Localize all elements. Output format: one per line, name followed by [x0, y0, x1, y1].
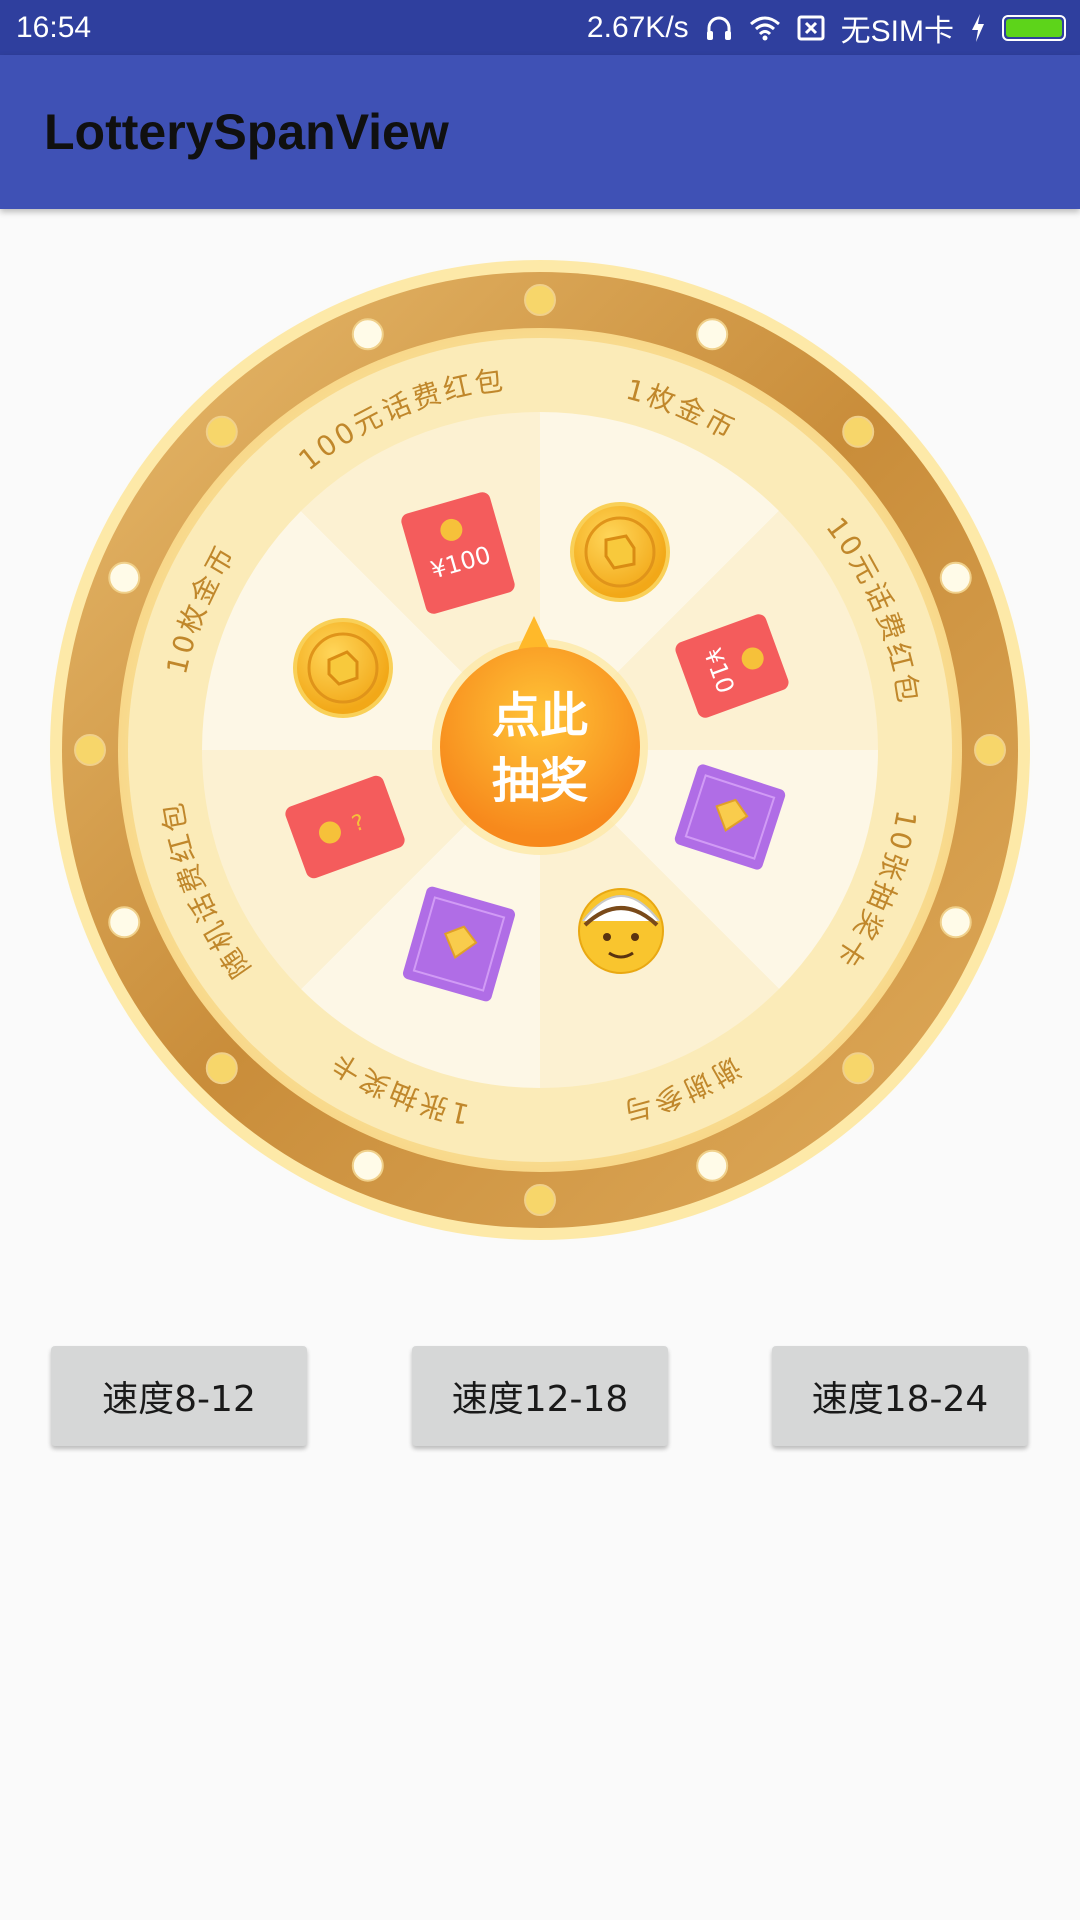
- speed-18-24-button[interactable]: 速度18-24: [772, 1346, 1028, 1446]
- battery-icon: [1002, 14, 1066, 41]
- rim-light: [351, 318, 384, 351]
- network-speed: 2.67K/s: [586, 10, 689, 44]
- rim-light: [74, 734, 106, 766]
- speed-button-row: 速度8-12 速度12-18 速度18-24: [0, 1346, 1080, 1446]
- rim-light: [351, 1149, 384, 1182]
- rim-light: [108, 906, 141, 939]
- rim-light: [939, 906, 972, 939]
- app-title: LotterySpanView: [44, 104, 449, 160]
- emoji-icon: [578, 888, 664, 974]
- rim-light: [974, 734, 1006, 766]
- rim-light: [205, 415, 238, 448]
- rim-light: [696, 318, 729, 351]
- charging-icon: [972, 13, 984, 42]
- status-time: 16:54: [16, 10, 92, 44]
- start-button-label-line2: 抽奖: [492, 753, 588, 809]
- rim-light: [524, 1184, 556, 1216]
- rim-light: [939, 561, 972, 594]
- rim-light: [842, 415, 875, 448]
- headset-icon: [706, 16, 731, 40]
- app-bar: LotterySpanView: [0, 55, 1080, 209]
- status-icons: 2.67K/s 无SIM卡: [587, 6, 1066, 50]
- gold-coin-icon: [293, 618, 393, 718]
- rim-light: [842, 1052, 875, 1085]
- status-bar: 16:54 2.67K/s 无SIM卡: [0, 0, 1080, 55]
- rim-light: [108, 561, 141, 594]
- wheel-graphic: 1枚金币10元话费红包10张抽奖卡谢谢参与1张抽奖卡随机话费红包10枚金币100…: [40, 250, 1040, 1250]
- start-button-label-line1: 点此: [492, 688, 588, 744]
- no-sim-icon: [797, 15, 825, 40]
- rim-light: [205, 1052, 238, 1085]
- gold-coin-icon: [570, 502, 670, 602]
- battery-level: [1006, 18, 1062, 37]
- lottery-wheel: 1枚金币 10元话费红包 10张抽奖卡 谢谢参与 1张抽奖卡 随机话费红包 10枚金币 100…: [40, 250, 1040, 1250]
- sim-status: 无SIM卡: [840, 14, 954, 48]
- speed-12-18-button[interactable]: 速度12-18: [412, 1346, 668, 1446]
- wifi-icon: [749, 16, 780, 40]
- rim-light: [696, 1149, 729, 1182]
- rim-light: [524, 284, 556, 316]
- speed-8-12-button[interactable]: 速度8-12: [51, 1346, 307, 1446]
